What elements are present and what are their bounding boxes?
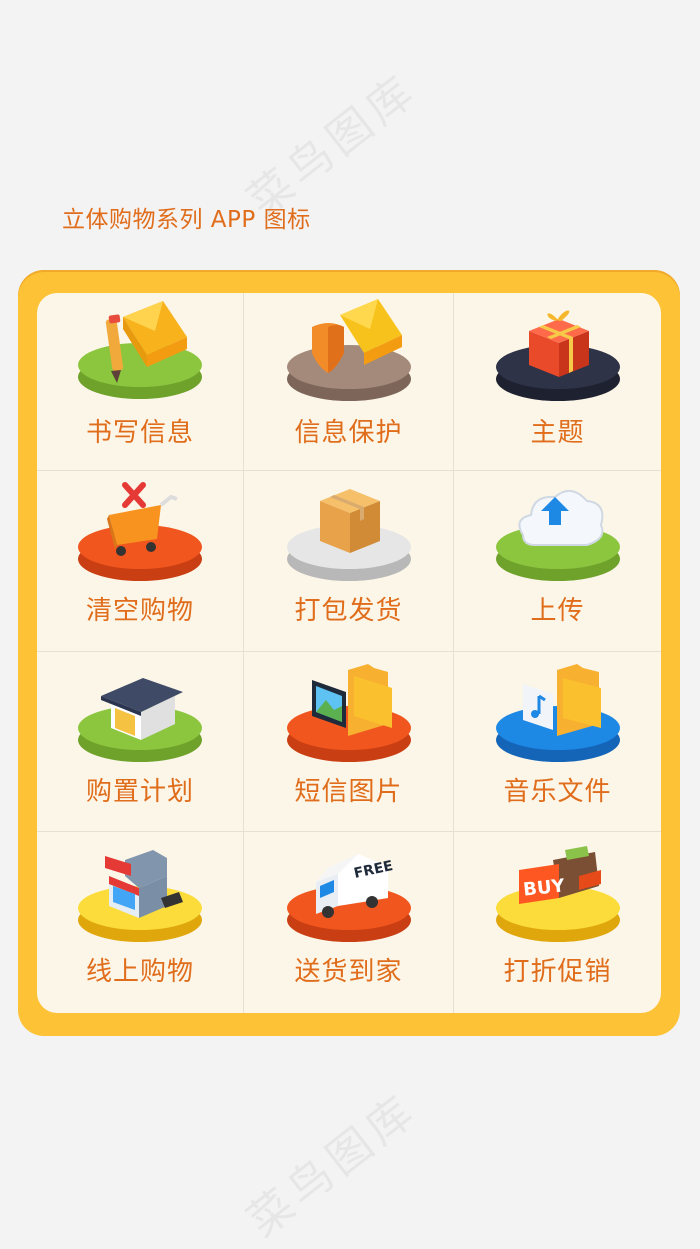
grid-item-label: 送货到家	[294, 957, 403, 987]
grid-item-upload[interactable]: 上传	[454, 471, 661, 652]
grid-item-label: 音乐文件	[503, 777, 612, 807]
grid-item-theme[interactable]: 主题	[454, 293, 661, 471]
grid-item-label: 信息保护	[294, 418, 403, 448]
empty-cart-icon	[78, 482, 202, 581]
grid-item-info-protect[interactable]: 信息保护	[244, 293, 454, 471]
grid-item-label: 书写信息	[85, 418, 194, 448]
grid-item-sms-image[interactable]: 短信图片	[244, 652, 454, 832]
buy-wallet-icon: BUY	[495, 846, 620, 942]
grid-item-label: 购置计划	[85, 777, 194, 807]
grid-item-home-delivery[interactable]: FREE 送货到家	[244, 832, 454, 1013]
grid-item-discount-sale[interactable]: BUY 打折促销	[454, 832, 661, 1013]
letter-pencil-icon	[78, 301, 202, 399]
grid-item-label: 清空购物	[85, 596, 194, 626]
icon-grid: 书写信息 信息保护 主题 清空购物 打包发货 上传 购置计划 短信图片 音乐文件…	[37, 293, 661, 1013]
grid-item-label: 上传	[530, 596, 585, 626]
grid-item-clear-cart[interactable]: 清空购物	[37, 471, 244, 652]
icon-panel: 书写信息 信息保护 主题 清空购物 打包发货 上传 购置计划 短信图片 音乐文件…	[37, 293, 661, 1013]
page-title: 立体购物系列 APP 图标	[62, 207, 311, 233]
house-icon	[78, 678, 202, 762]
envelope-shield-icon	[286, 299, 411, 401]
grid-item-write-info[interactable]: 书写信息	[37, 293, 244, 471]
watermark: 菜鸟图库	[238, 1083, 428, 1248]
grid-item-label: 打包发货	[294, 596, 403, 626]
grid-item-label: 线上购物	[85, 957, 194, 987]
grid-item-purchase-plan[interactable]: 购置计划	[37, 652, 244, 832]
store-icon	[78, 850, 202, 942]
package-box-icon	[286, 489, 411, 581]
folder-image-icon	[286, 664, 411, 762]
gift-box-icon	[495, 310, 620, 401]
buy-badge: BUY	[522, 875, 566, 900]
grid-item-music-file[interactable]: 音乐文件	[454, 652, 661, 832]
icon-frame: 书写信息 信息保护 主题 清空购物 打包发货 上传 购置计划 短信图片 音乐文件…	[18, 270, 680, 1036]
grid-item-online-shop[interactable]: 线上购物	[37, 832, 244, 1013]
folder-music-icon	[495, 664, 620, 762]
grid-item-pack-ship[interactable]: 打包发货	[244, 471, 454, 652]
cloud-upload-icon	[495, 490, 620, 581]
grid-item-label: 短信图片	[294, 777, 403, 807]
delivery-van-icon: FREE	[286, 854, 411, 942]
grid-item-label: 主题	[530, 418, 585, 448]
grid-item-label: 打折促销	[503, 957, 612, 987]
